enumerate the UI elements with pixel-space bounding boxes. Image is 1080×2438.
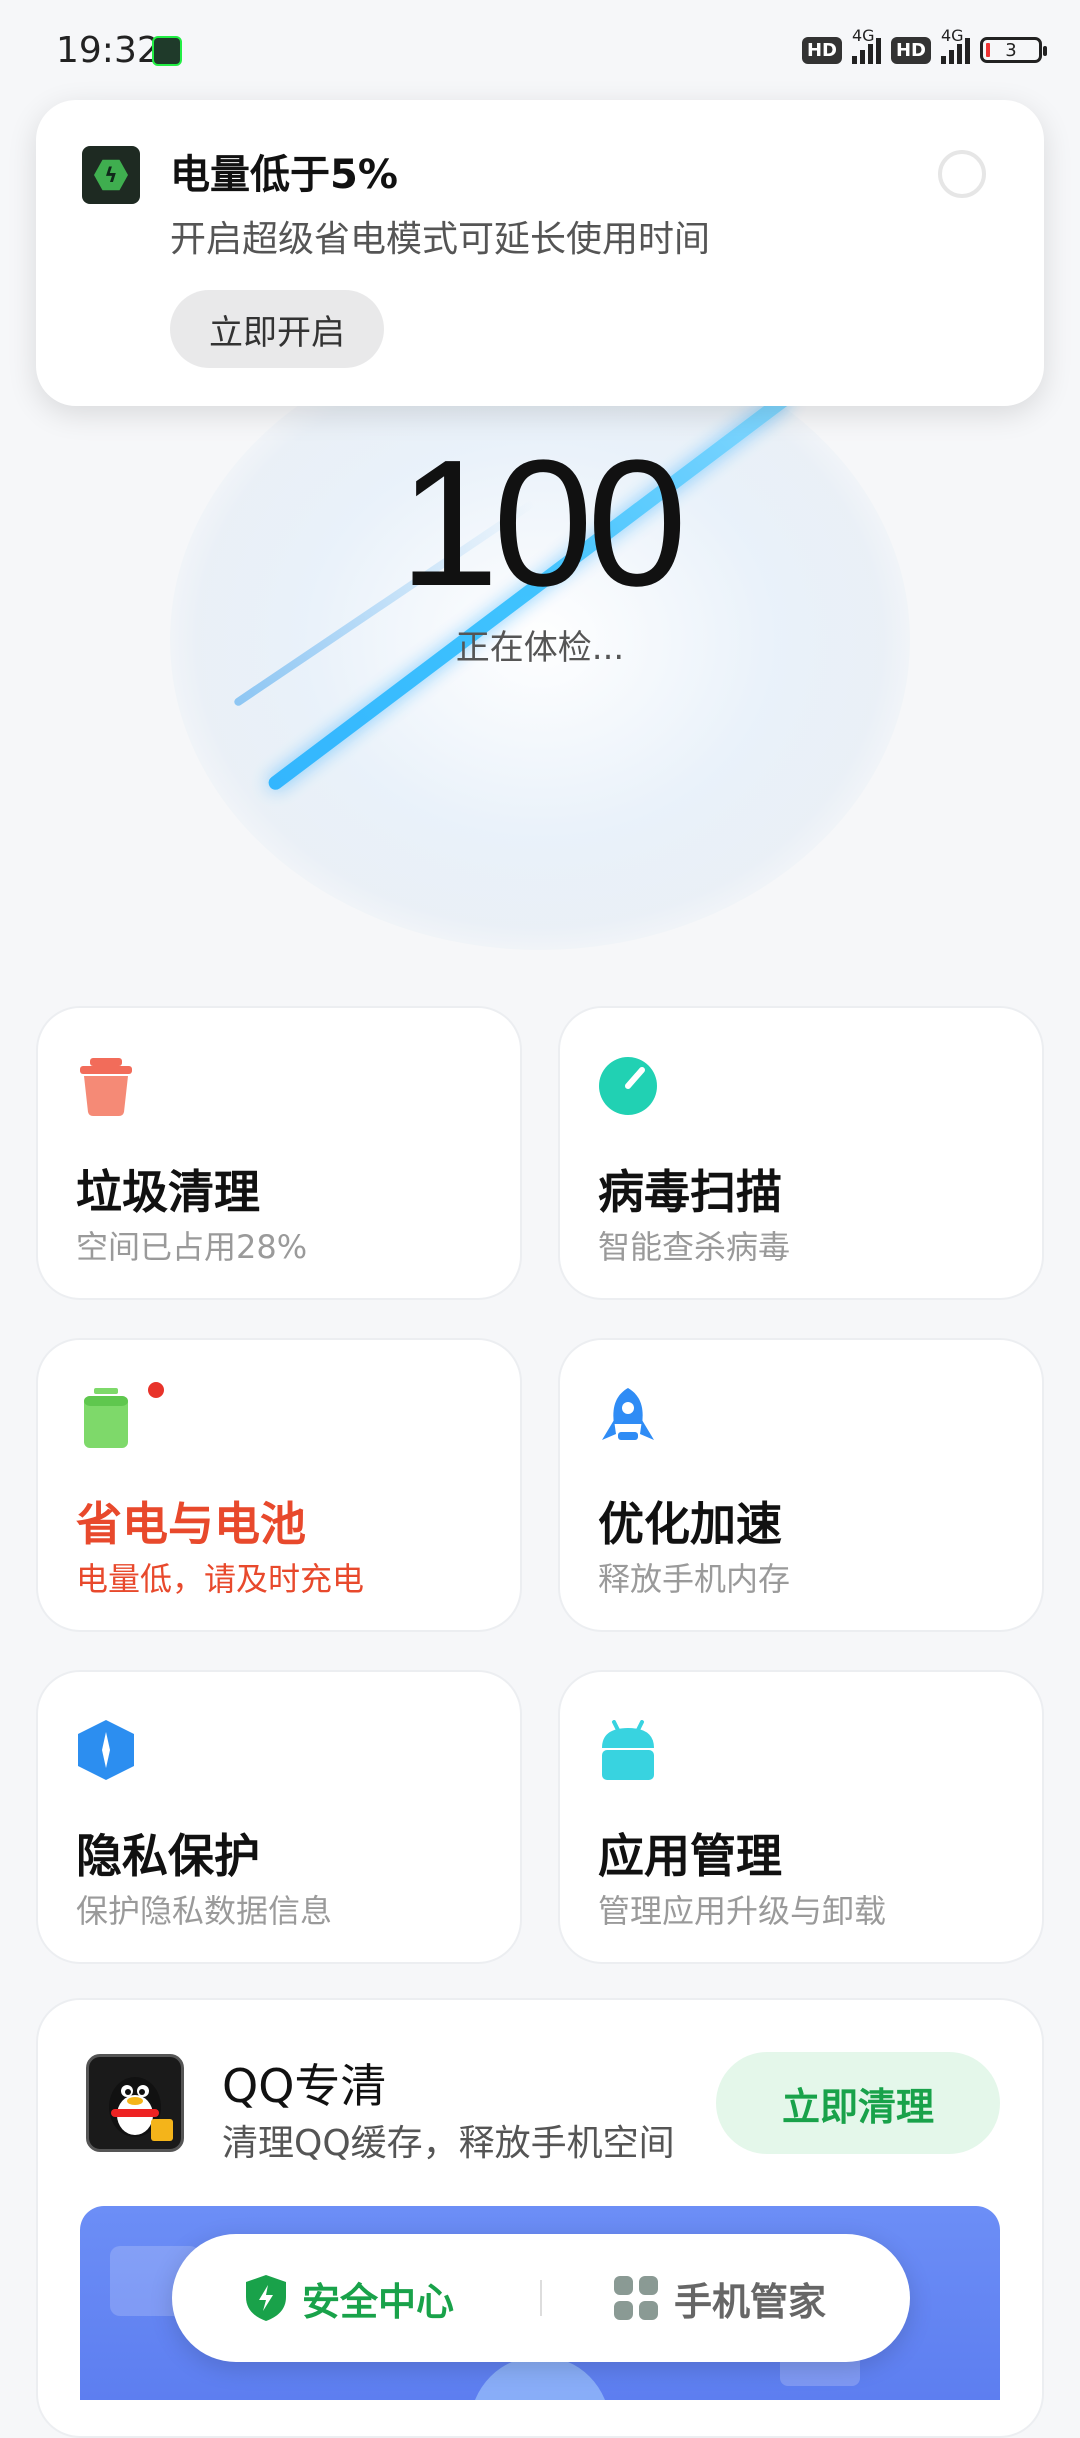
status-time: 19:32	[56, 30, 160, 71]
status-bar: 19:32 HD 4G HD 4G 3	[0, 0, 1080, 100]
grid-icon	[614, 2276, 658, 2320]
hd-voice-badge: HD	[801, 36, 842, 64]
scan-icon	[599, 1057, 657, 1115]
nav-security-label: 安全中心	[302, 2279, 455, 2324]
battery-app-notification-icon	[152, 36, 182, 66]
signal-icon: 4G	[851, 26, 881, 64]
enable-now-button[interactable]: 立即开启	[170, 290, 384, 368]
status-indicators: HD 4G HD 4G 3	[801, 26, 1047, 70]
battery-icon	[84, 1388, 128, 1448]
battery-icon-status: 3	[980, 37, 1047, 63]
card-title-optimize: 优化加速	[598, 1497, 782, 1551]
nav-manager-label: 手机管家	[674, 2279, 827, 2324]
card-title-virus: 病毒扫描	[598, 1165, 782, 1219]
card-title-privacy: 隐私保护	[76, 1829, 260, 1883]
qq-clean-title: QQ专清	[222, 2059, 387, 2113]
shield-icon	[246, 2275, 286, 2321]
card-sub-apps: 管理应用升级与卸载	[598, 1892, 887, 1930]
card-title-apps: 应用管理	[598, 1829, 782, 1883]
card-sub-battery: 电量低，请及时充电	[76, 1560, 365, 1598]
health-score: 100	[398, 423, 687, 624]
qq-app-icon	[86, 2054, 184, 2152]
qq-clean-subtitle: 清理QQ缓存，释放手机空间	[222, 2123, 675, 2164]
notification-body: 开启超级省电模式可延长使用时间	[170, 219, 711, 260]
card-sub-privacy: 保护隐私数据信息	[76, 1892, 333, 1930]
clean-now-button[interactable]: 立即清理	[716, 2052, 1000, 2154]
privacy-icon	[78, 1720, 134, 1780]
hd-voice-badge-2: HD	[890, 36, 931, 64]
settings-gear-icon[interactable]	[938, 150, 986, 198]
card-sub-trash: 空间已占用28%	[76, 1228, 308, 1266]
nav-security-center[interactable]: 安全中心	[246, 2270, 454, 2326]
battery-level: 3	[1005, 39, 1017, 61]
card-title-battery: 省电与电池	[76, 1497, 306, 1551]
alert-dot	[148, 1382, 164, 1398]
trash-icon	[80, 1058, 132, 1116]
rocket-icon	[602, 1388, 654, 1440]
card-title-trash: 垃圾清理	[76, 1165, 260, 1219]
nav-phone-manager[interactable]: 手机管家	[614, 2270, 826, 2326]
checking-status: 正在体检...	[455, 628, 625, 668]
card-sub-optimize: 释放手机内存	[598, 1560, 791, 1598]
signal-icon-2: 4G	[941, 26, 970, 64]
card-sub-virus: 智能查杀病毒	[598, 1228, 791, 1266]
notification-title: 电量低于5%	[170, 152, 398, 198]
nav-divider	[540, 2280, 542, 2316]
android-icon	[602, 1720, 654, 1780]
battery-saver-app-icon: ϟ	[82, 146, 140, 204]
